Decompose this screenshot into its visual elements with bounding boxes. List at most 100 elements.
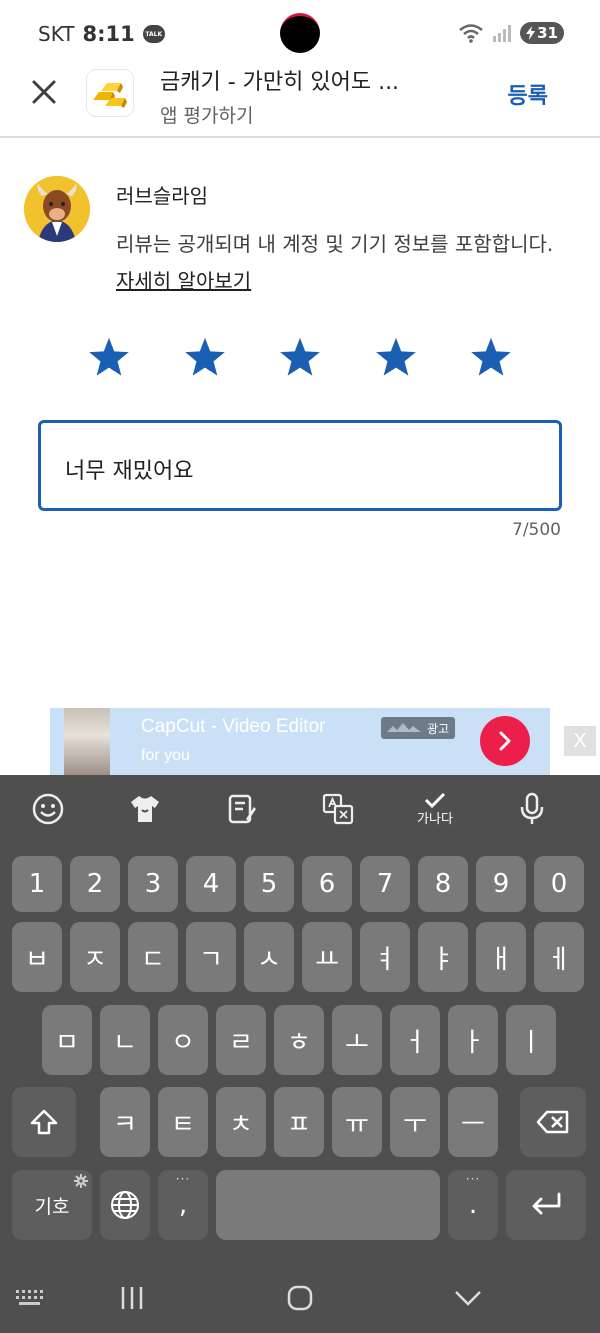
battery-indicator: 31 <box>520 22 564 44</box>
ad-close-button[interactable]: X <box>564 726 596 756</box>
close-icon <box>32 80 56 104</box>
keyboard-toggle-button[interactable] <box>10 1281 50 1315</box>
wifi-icon <box>459 24 483 43</box>
key-i[interactable]: ㅣ <box>506 1005 556 1075</box>
shift-key[interactable] <box>12 1087 76 1157</box>
recent-apps-icon <box>121 1287 143 1309</box>
key-hieut[interactable]: ㅎ <box>274 1005 324 1075</box>
key-ya[interactable]: ㅑ <box>418 922 468 992</box>
battery-level: 31 <box>537 24 558 42</box>
ad-network-icon <box>387 723 421 732</box>
chevron-down-icon <box>455 1291 481 1306</box>
key-eu[interactable]: ㅡ <box>448 1087 498 1157</box>
gold-bars-icon <box>93 83 127 108</box>
comma-key[interactable]: ··· , <box>158 1170 208 1240</box>
key-nieun[interactable]: ㄴ <box>100 1005 150 1075</box>
key-5[interactable]: 5 <box>244 856 294 912</box>
star-icon <box>89 337 129 376</box>
key-yeo[interactable]: ㅕ <box>360 922 410 992</box>
key-jieut[interactable]: ㅈ <box>70 922 120 992</box>
star-5[interactable] <box>446 332 536 382</box>
key-o[interactable]: ㅗ <box>332 1005 382 1075</box>
key-6[interactable]: 6 <box>302 856 352 912</box>
space-bar[interactable] <box>216 1170 440 1240</box>
input-mode-button[interactable]: 가나다 <box>408 789 462 829</box>
star-2[interactable] <box>160 332 250 382</box>
keyboard-icon <box>16 1290 43 1305</box>
voice-input-button[interactable] <box>512 789 552 829</box>
key-kieuk[interactable]: ㅋ <box>100 1087 150 1157</box>
home-button[interactable] <box>280 1281 320 1315</box>
key-u[interactable]: ㅜ <box>390 1087 440 1157</box>
key-eo[interactable]: ㅓ <box>390 1005 440 1075</box>
ad-banner[interactable]: CapCut - Video Editor for you 광고 <box>50 708 550 775</box>
key-2[interactable]: 2 <box>70 856 120 912</box>
key-bieup[interactable]: ㅂ <box>12 922 62 992</box>
language-key[interactable] <box>100 1170 150 1240</box>
user-name: 러브슬라임 <box>116 184 208 208</box>
comma-key-label: , <box>178 1190 188 1220</box>
enter-key[interactable] <box>506 1170 586 1240</box>
key-tieut[interactable]: ㅌ <box>158 1087 208 1157</box>
text-edit-button[interactable] <box>222 789 262 829</box>
period-key-label: . <box>468 1190 478 1220</box>
review-text-input[interactable]: 너무 재밌어요 <box>38 420 562 511</box>
close-button[interactable] <box>26 74 62 110</box>
status-bar: SKT 8:11 TALK 31 <box>0 0 600 64</box>
star-1[interactable] <box>64 332 154 382</box>
key-8[interactable]: 8 <box>418 856 468 912</box>
key-9[interactable]: 9 <box>476 856 526 912</box>
star-icon <box>375 337 416 376</box>
status-right: 31 <box>458 22 564 44</box>
app-title: 금캐기 - 가만히 있어도 ... <box>160 70 400 95</box>
key-pieup[interactable]: ㅍ <box>274 1087 324 1157</box>
star-3[interactable] <box>255 332 345 382</box>
charging-bolt-icon <box>526 26 536 40</box>
hide-keyboard-button[interactable] <box>448 1281 488 1315</box>
symbols-key[interactable]: 기호 <box>12 1170 92 1240</box>
ad-badge-label: 광고 <box>427 721 450 736</box>
symbols-key-label: 기호 <box>34 1195 70 1218</box>
star-icon <box>471 337 511 376</box>
microphone-icon <box>520 792 544 824</box>
key-giyeok[interactable]: ㄱ <box>186 922 236 992</box>
signal-icon <box>493 25 511 42</box>
key-e[interactable]: ㅔ <box>534 922 584 992</box>
ad-subtitle: for you <box>141 747 190 764</box>
star-4[interactable] <box>351 332 441 382</box>
sticker-button[interactable] <box>125 789 165 829</box>
key-ae[interactable]: ㅐ <box>476 922 526 992</box>
recent-apps-button[interactable] <box>112 1281 152 1315</box>
key-siot[interactable]: ㅅ <box>244 922 294 992</box>
more-symbols-dots: ··· <box>465 1172 481 1186</box>
key-digeut[interactable]: ㄷ <box>128 922 178 992</box>
enter-return-icon <box>532 1192 561 1215</box>
emoji-button[interactable] <box>28 789 68 829</box>
key-1[interactable]: 1 <box>12 856 62 912</box>
checkmark-icon <box>424 792 446 808</box>
backspace-key[interactable] <box>520 1087 586 1157</box>
tshirt-icon <box>131 796 159 822</box>
key-a[interactable]: ㅏ <box>448 1005 498 1075</box>
key-rieul[interactable]: ㄹ <box>216 1005 266 1075</box>
key-mieum[interactable]: ㅁ <box>42 1005 92 1075</box>
key-ieung[interactable]: ㅇ <box>158 1005 208 1075</box>
ad-badge: 광고 <box>381 717 456 739</box>
ad-open-button[interactable] <box>480 716 530 766</box>
globe-icon <box>111 1191 139 1219</box>
key-yo[interactable]: ㅛ <box>302 922 352 992</box>
key-4[interactable]: 4 <box>186 856 236 912</box>
period-key[interactable]: ··· . <box>448 1170 498 1240</box>
key-chieut[interactable]: ㅊ <box>216 1087 266 1157</box>
submit-button[interactable]: 등록 <box>508 78 548 110</box>
bull-avatar-icon <box>24 176 90 242</box>
settings-gear-icon <box>74 1174 88 1188</box>
learn-more-link[interactable]: 자세히 알아보기 <box>116 269 251 293</box>
key-7[interactable]: 7 <box>360 856 410 912</box>
key-0[interactable]: 0 <box>534 856 584 912</box>
emoji-icon <box>32 793 64 825</box>
key-3[interactable]: 3 <box>128 856 178 912</box>
chevron-right-icon <box>499 731 511 751</box>
key-yu[interactable]: ㅠ <box>332 1087 382 1157</box>
translate-button[interactable] <box>318 789 358 829</box>
